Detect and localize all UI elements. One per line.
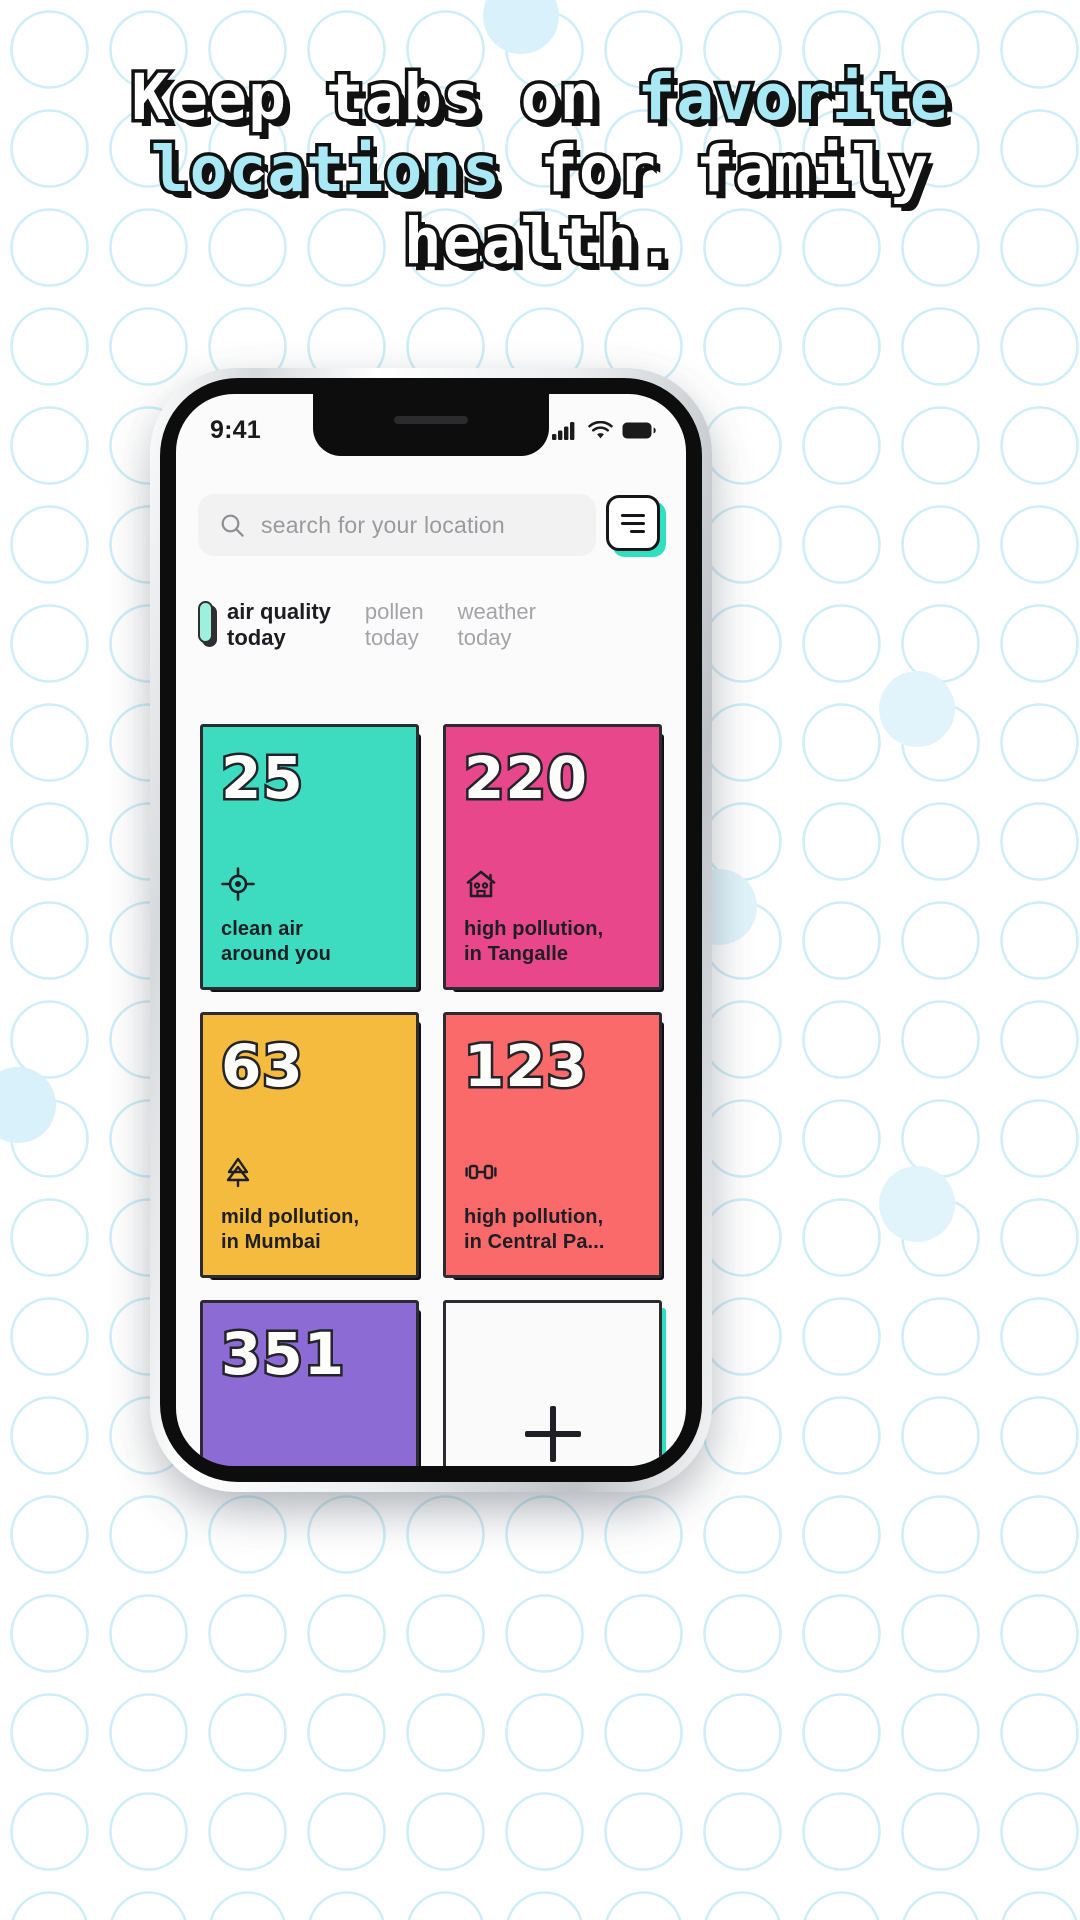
search-icon xyxy=(221,514,244,537)
card-footer: clean air around you xyxy=(221,867,398,967)
tab-pollen[interactable]: pollen today xyxy=(365,599,424,651)
phone-mockup: 9:41 search for your location air qualit… xyxy=(150,368,712,1500)
tree-icon xyxy=(226,1157,250,1188)
card-footer: high pollution, in Central Pa... xyxy=(464,1155,641,1255)
plus-icon xyxy=(524,1406,581,1462)
location-card[interactable]: 351 xyxy=(200,1300,421,1466)
battery-icon xyxy=(622,422,656,438)
card-caption: high pollution, in Tangalle xyxy=(464,918,604,965)
add-card-body[interactable] xyxy=(443,1300,662,1466)
tab-weather[interactable]: weather today xyxy=(458,599,536,651)
card-aqi-value: 220 xyxy=(462,744,590,812)
card-body-clean-air[interactable]: 25 clean air around you xyxy=(200,724,419,990)
marketing-headline: Keep tabs on favorite locations for famil… xyxy=(0,58,1080,281)
location-card[interactable]: 63 mild pollution, in Mumbai xyxy=(200,1012,421,1280)
location-card[interactable]: 220 high pollution, in Tangalle xyxy=(443,724,664,992)
location-card-grid: 25 clean air around you 220 high polluti… xyxy=(176,724,686,1466)
signal-bars-icon xyxy=(552,421,575,440)
status-time: 9:41 xyxy=(210,415,261,444)
hamburger-menu-icon xyxy=(621,513,645,533)
wifi-icon xyxy=(588,420,613,438)
search-placeholder-text: search for your location xyxy=(261,511,505,538)
status-bar: 9:41 xyxy=(176,394,686,456)
crosshair-location-icon xyxy=(221,867,255,901)
headline-highlight-1: favorite xyxy=(634,58,951,137)
category-tabs: air quality today pollen today weather t… xyxy=(176,599,686,651)
active-tab-indicator-icon xyxy=(198,601,217,647)
card-body-central-park[interactable]: 123 high pollution, in Central Pa... xyxy=(443,1012,662,1278)
card-caption: clean air around you xyxy=(221,918,331,965)
headline-text-1: Keep tabs on xyxy=(128,58,638,137)
card-aqi-value: 63 xyxy=(219,1032,306,1100)
menu-button-face[interactable] xyxy=(606,495,660,551)
search-input[interactable]: search for your location xyxy=(198,494,596,556)
card-aqi-value: 123 xyxy=(462,1032,590,1100)
location-card[interactable]: 25 clean air around you xyxy=(200,724,421,992)
tab-label: pollen today xyxy=(364,599,424,650)
status-indicators xyxy=(552,420,656,440)
card-body-mumbai[interactable]: 63 mild pollution, in Mumbai xyxy=(200,1012,419,1278)
menu-button[interactable] xyxy=(606,495,666,557)
tab-label: weather today xyxy=(457,599,536,650)
card-footer: high pollution, in Tangalle xyxy=(464,867,641,967)
headline-block: Keep tabs on favorite locations for famil… xyxy=(0,58,1080,281)
headline-text-2: for family xyxy=(501,130,931,209)
search-row: search for your location xyxy=(176,494,686,557)
card-body-tangalle[interactable]: 220 high pollution, in Tangalle xyxy=(443,724,662,990)
card-aqi-value: 25 xyxy=(219,744,306,812)
tab-air-quality[interactable]: air quality today xyxy=(198,599,331,651)
card-caption: high pollution, in Central Pa... xyxy=(464,1206,605,1253)
card-caption: mild pollution, in Mumbai xyxy=(221,1206,360,1253)
phone-screen: 9:41 search for your location air qualit… xyxy=(176,394,686,1466)
add-location-card[interactable] xyxy=(443,1300,666,1466)
card-footer: mild pollution, in Mumbai xyxy=(221,1155,398,1255)
tab-label: air quality today xyxy=(227,599,331,650)
card-body-purple[interactable]: 351 xyxy=(200,1300,419,1466)
dumbbell-icon xyxy=(465,1164,497,1180)
location-card[interactable]: 123 high pollution, in Central Pa... xyxy=(443,1012,664,1280)
headline-highlight-2: locations xyxy=(147,130,503,209)
card-aqi-value: 351 xyxy=(219,1320,347,1388)
house-icon xyxy=(466,870,496,898)
headline-text-3: health. xyxy=(400,202,679,281)
